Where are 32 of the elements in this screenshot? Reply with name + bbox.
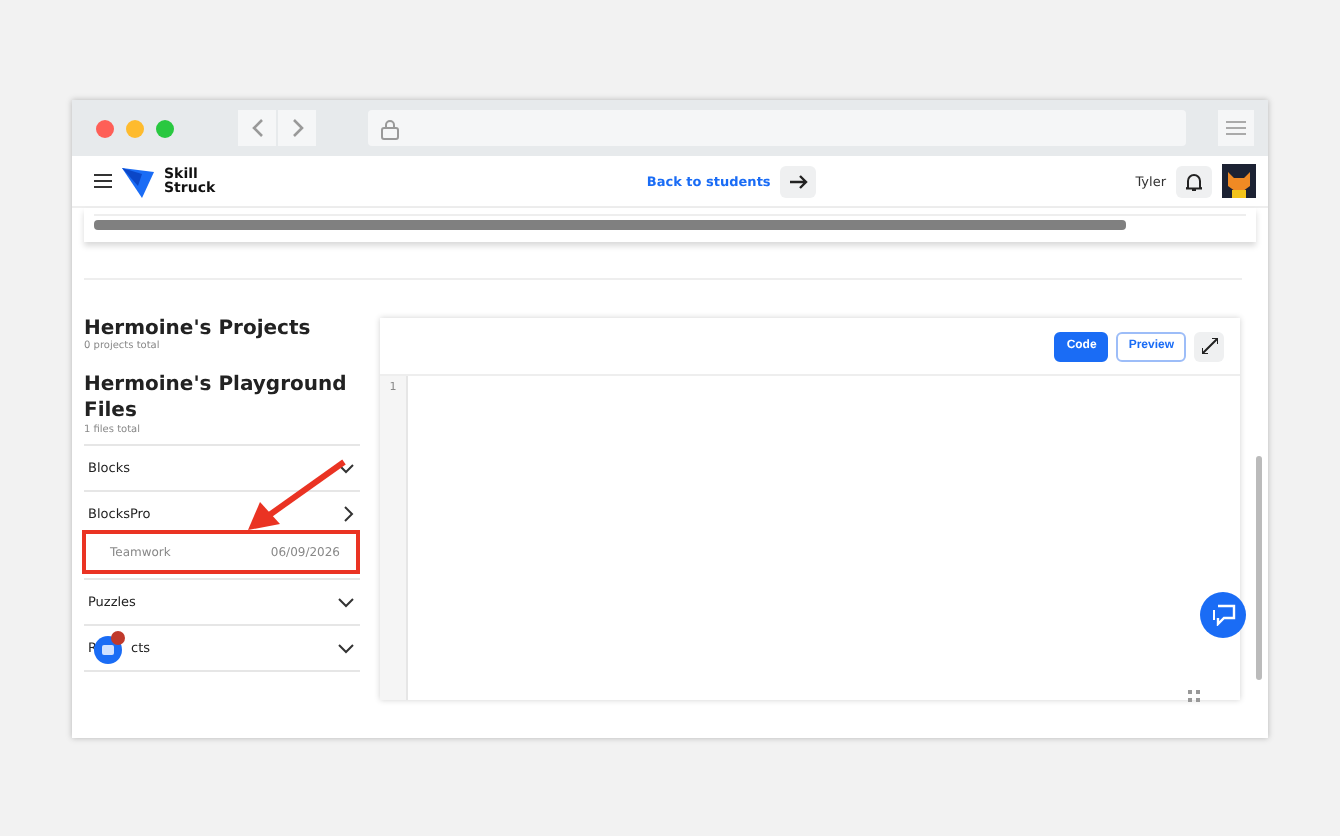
maximize-dot[interactable] xyxy=(156,119,174,137)
chevron-down-icon xyxy=(338,597,354,607)
chevron-down-icon xyxy=(338,463,354,473)
lines-icon xyxy=(1226,120,1246,136)
chevron-down-icon xyxy=(338,643,354,653)
playground-title: Hermoine's Playground Files xyxy=(84,372,349,424)
minimize-dot[interactable] xyxy=(126,119,144,137)
arrow-right-icon xyxy=(789,173,808,189)
annotation-arrow xyxy=(244,458,348,534)
avatar[interactable] xyxy=(1222,164,1256,198)
logo-icon xyxy=(122,165,154,197)
chat-button[interactable] xyxy=(1200,592,1246,638)
chevron-left-icon xyxy=(249,118,265,138)
resize-grip-icon[interactable] xyxy=(1188,690,1200,702)
sidebar-button[interactable] xyxy=(1218,110,1254,146)
close-dot[interactable] xyxy=(96,119,114,137)
horizontal-scrollbar[interactable] xyxy=(94,220,1126,230)
chat-icon xyxy=(1211,604,1235,626)
chevron-right-icon xyxy=(289,118,305,138)
vertical-scrollbar[interactable] xyxy=(1256,456,1262,680)
chevron-right-icon xyxy=(344,506,354,522)
forward-button[interactable] xyxy=(278,110,316,146)
lock-icon xyxy=(380,117,400,139)
projects-title: Hermoine's Projects xyxy=(84,318,313,340)
expand-button[interactable] xyxy=(1194,331,1224,361)
menu-icon[interactable] xyxy=(94,174,112,188)
back-button[interactable] xyxy=(238,110,276,146)
bell-icon xyxy=(1186,171,1202,191)
notification-button[interactable] xyxy=(1176,165,1212,197)
arrow-button[interactable] xyxy=(780,165,817,197)
help-badge-icon[interactable] xyxy=(92,630,128,666)
expand-icon xyxy=(1201,338,1217,354)
